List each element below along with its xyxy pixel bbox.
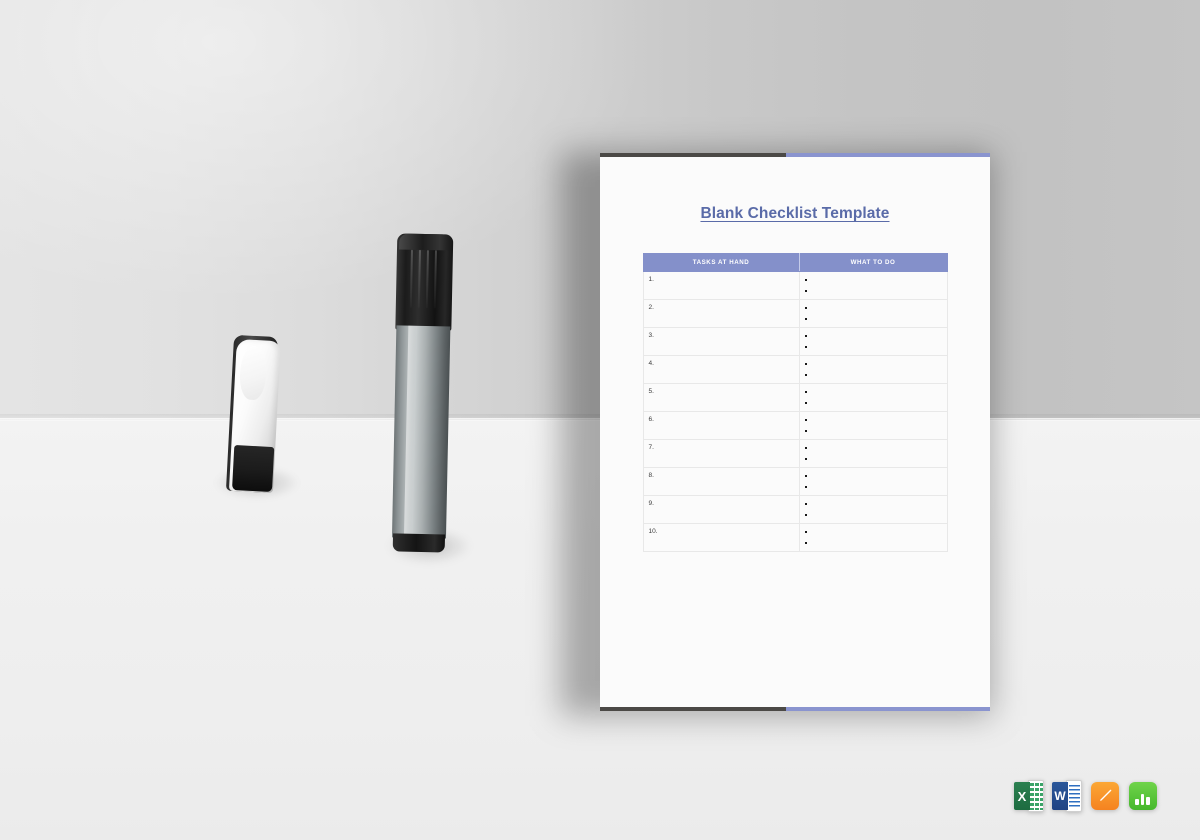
page-title: Blank Checklist Template [700, 205, 890, 222]
marker-cap-top [399, 233, 452, 251]
todo-cell[interactable] [798, 383, 948, 412]
task-number-cell[interactable]: 8. [642, 467, 800, 496]
marker-barrel [391, 325, 451, 539]
task-number-cell[interactable]: 9. [642, 495, 800, 524]
todo-bullet-item[interactable] [802, 499, 947, 510]
checklist-document[interactable]: Blank Checklist Template TASKS AT HAND W… [600, 153, 990, 711]
table-header-row: TASKS AT HAND WHAT TO DO [642, 253, 948, 272]
word-sheet-graphic [1066, 780, 1082, 812]
marker-end-cap [392, 533, 446, 553]
todo-cell[interactable] [798, 411, 948, 440]
column-header-tasks-at-hand: TASKS AT HAND [642, 253, 800, 272]
todo-bullet-item[interactable] [802, 482, 947, 493]
whiteboard-eraser [220, 333, 288, 496]
table-row[interactable]: 1. [642, 271, 948, 300]
todo-bullet-list [802, 387, 947, 409]
table-row[interactable]: 6. [642, 411, 948, 440]
todo-bullet-item[interactable] [802, 275, 947, 286]
todo-cell[interactable] [798, 495, 948, 524]
todo-bullet-item[interactable] [802, 510, 947, 521]
task-number-cell[interactable]: 1. [642, 271, 800, 300]
excel-letter: X [1017, 788, 1027, 804]
todo-bullet-item[interactable] [802, 286, 947, 297]
chart-bar [1146, 797, 1150, 805]
todo-bullet-item[interactable] [802, 303, 947, 314]
todo-cell[interactable] [798, 439, 948, 468]
page-bottom-edge-bar [600, 707, 990, 711]
eraser-felt-pad [231, 445, 275, 493]
todo-bullet-item[interactable] [802, 443, 947, 454]
checklist-table-head: TASKS AT HAND WHAT TO DO [642, 253, 948, 272]
todo-cell[interactable] [798, 299, 948, 328]
task-number-cell[interactable]: 5. [642, 383, 800, 412]
task-number-cell[interactable]: 7. [642, 439, 800, 468]
todo-bullet-item[interactable] [802, 387, 947, 398]
todo-cell[interactable] [798, 355, 948, 384]
todo-cell[interactable] [798, 327, 948, 356]
table-row[interactable]: 4. [642, 355, 948, 384]
todo-bullet-item[interactable] [802, 331, 947, 342]
checklist-table-body: 1. 2. 3. 4. 5. 6. 7. 8. 9. 10. [642, 271, 948, 552]
excel-sheet-graphic [1028, 780, 1044, 812]
todo-bullet-list [802, 359, 947, 381]
todo-bullet-item[interactable] [802, 342, 947, 353]
todo-bullet-list [802, 303, 947, 325]
column-header-what-to-do: WHAT TO DO [798, 253, 948, 272]
todo-bullet-list [802, 471, 947, 493]
todo-bullet-list [802, 443, 947, 465]
todo-cell[interactable] [798, 523, 948, 552]
todo-bullet-list [802, 331, 947, 353]
task-number-cell[interactable]: 2. [642, 299, 800, 328]
excel-grid [1030, 783, 1043, 810]
scene-container: Blank Checklist Template TASKS AT HAND W… [0, 0, 1200, 840]
table-row[interactable]: 8. [642, 467, 948, 496]
pencil-icon [1099, 789, 1112, 802]
chart-bar [1140, 794, 1144, 805]
table-row[interactable]: 7. [642, 439, 948, 468]
bar-chart-icon [1135, 790, 1152, 805]
numbers-icon[interactable] [1128, 780, 1158, 812]
format-icon-row: X W [1014, 780, 1158, 812]
table-row[interactable]: 10. [642, 523, 948, 552]
page-content: Blank Checklist Template TASKS AT HAND W… [600, 157, 990, 707]
word-letter: W [1054, 789, 1066, 803]
excel-grid-line [1039, 783, 1040, 810]
word-icon[interactable]: W [1052, 780, 1082, 812]
todo-bullet-item[interactable] [802, 415, 947, 426]
task-number-cell[interactable]: 3. [642, 327, 800, 356]
todo-cell[interactable] [798, 271, 948, 300]
table-row[interactable]: 9. [642, 495, 948, 524]
todo-bullet-list [802, 275, 947, 297]
todo-cell[interactable] [798, 467, 948, 496]
todo-bullet-item[interactable] [802, 527, 947, 538]
chart-bar [1135, 799, 1139, 805]
todo-bullet-list [802, 499, 947, 521]
todo-bullet-list [802, 415, 947, 437]
todo-bullet-item[interactable] [802, 314, 947, 325]
excel-grid-line [1034, 783, 1035, 810]
table-row[interactable]: 5. [642, 383, 948, 412]
todo-bullet-item[interactable] [802, 426, 947, 437]
todo-bullet-item[interactable] [802, 398, 947, 409]
todo-bullet-list [802, 527, 947, 549]
task-number-cell[interactable]: 6. [642, 411, 800, 440]
whiteboard-marker [391, 233, 456, 553]
excel-icon[interactable]: X [1014, 780, 1044, 812]
todo-bullet-item[interactable] [802, 454, 947, 465]
table-row[interactable]: 2. [642, 299, 948, 328]
todo-bullet-item[interactable] [802, 538, 947, 549]
task-number-cell[interactable]: 10. [642, 523, 800, 552]
pages-icon[interactable] [1090, 780, 1120, 812]
task-number-cell[interactable]: 4. [642, 355, 800, 384]
table-row[interactable]: 3. [642, 327, 948, 356]
todo-bullet-item[interactable] [802, 359, 947, 370]
checklist-table: TASKS AT HAND WHAT TO DO 1. 2. 3. 4. 5. … [642, 253, 948, 552]
page-edge-blue-segment [786, 707, 990, 711]
todo-bullet-item[interactable] [802, 370, 947, 381]
word-text-lines [1069, 785, 1080, 809]
page-edge-dark-segment [600, 707, 786, 711]
todo-bullet-item[interactable] [802, 471, 947, 482]
